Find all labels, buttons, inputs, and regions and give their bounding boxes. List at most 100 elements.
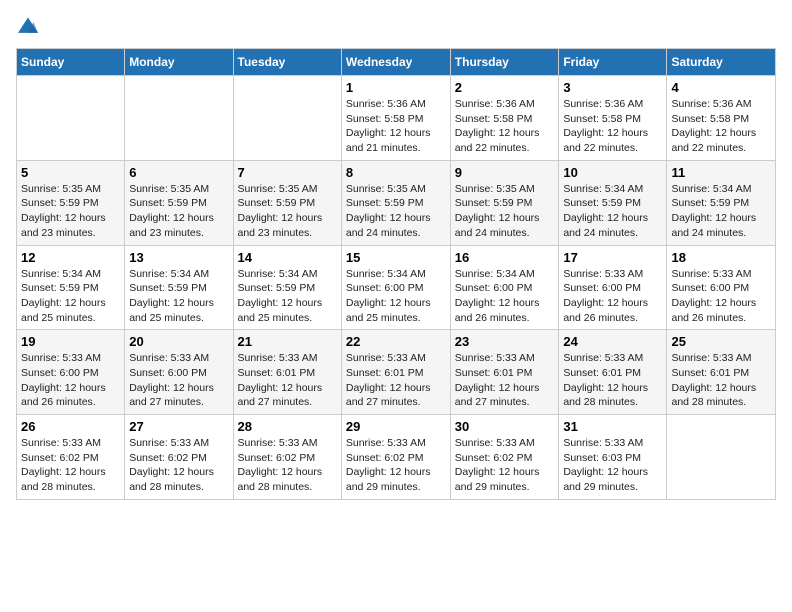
day-number: 15 — [346, 250, 446, 265]
day-info: Sunrise: 5:33 AM Sunset: 6:02 PM Dayligh… — [455, 436, 555, 495]
calendar-cell: 8Sunrise: 5:35 AM Sunset: 5:59 PM Daylig… — [341, 160, 450, 245]
day-number: 23 — [455, 334, 555, 349]
calendar-cell: 3 Sunrise: 5:36 AM Sunset: 5:58 PM Daylig… — [559, 76, 667, 161]
calendar-cell: 10Sunrise: 5:34 AM Sunset: 5:59 PM Dayli… — [559, 160, 667, 245]
day-info: Sunrise: 5:34 AM Sunset: 5:59 PM Dayligh… — [238, 267, 337, 326]
weekday-header: Thursday — [450, 49, 559, 76]
weekday-header: Friday — [559, 49, 667, 76]
day-number: 25 — [671, 334, 771, 349]
day-number: 1 — [346, 80, 446, 95]
day-info: Sunrise: 5:33 AM Sunset: 6:02 PM Dayligh… — [129, 436, 228, 495]
calendar-cell: 1 Sunrise: 5:36 AM Sunset: 5:58 PM Daylig… — [341, 76, 450, 161]
day-info: Sunrise: 5:34 AM Sunset: 5:59 PM Dayligh… — [129, 267, 228, 326]
day-info: Sunrise: 5:34 AM Sunset: 5:59 PM Dayligh… — [671, 182, 771, 241]
calendar-cell: 15 Sunrise: 5:34 AM Sunset: 6:00 PM Dayli… — [341, 245, 450, 330]
calendar-cell: 7 Sunrise: 5:35 AM Sunset: 5:59 PM Daylig… — [233, 160, 341, 245]
calendar-cell: 18Sunrise: 5:33 AM Sunset: 6:00 PM Dayli… — [667, 245, 776, 330]
day-info: Sunrise: 5:34 AM Sunset: 6:00 PM Dayligh… — [346, 267, 446, 326]
day-info: Sunrise: 5:33 AM Sunset: 6:00 PM Dayligh… — [21, 351, 120, 410]
calendar-cell: 11 Sunrise: 5:34 AM Sunset: 5:59 PM Dayli… — [667, 160, 776, 245]
day-number: 24 — [563, 334, 662, 349]
day-info: Sunrise: 5:33 AM Sunset: 6:03 PM Dayligh… — [563, 436, 662, 495]
day-info: Sunrise: 5:33 AM Sunset: 6:01 PM Dayligh… — [671, 351, 771, 410]
calendar-cell — [125, 76, 233, 161]
day-number: 18 — [671, 250, 771, 265]
calendar-cell — [233, 76, 341, 161]
calendar-week-row: 12 Sunrise: 5:34 AM Sunset: 5:59 PM Dayli… — [17, 245, 776, 330]
calendar-cell — [667, 415, 776, 500]
day-number: 3 — [563, 80, 662, 95]
calendar-cell: 12 Sunrise: 5:34 AM Sunset: 5:59 PM Dayli… — [17, 245, 125, 330]
calendar-cell: 6 Sunrise: 5:35 AM Sunset: 5:59 PM Daylig… — [125, 160, 233, 245]
day-info: Sunrise: 5:34 AM Sunset: 6:00 PM Dayligh… — [455, 267, 555, 326]
day-info: Sunrise: 5:33 AM Sunset: 6:02 PM Dayligh… — [21, 436, 120, 495]
calendar-cell: 19 Sunrise: 5:33 AM Sunset: 6:00 PM Dayli… — [17, 330, 125, 415]
day-number: 2 — [455, 80, 555, 95]
day-number: 10 — [563, 165, 662, 180]
calendar-cell: 29Sunrise: 5:33 AM Sunset: 6:02 PM Dayli… — [341, 415, 450, 500]
weekday-header: Sunday — [17, 49, 125, 76]
day-number: 22 — [346, 334, 446, 349]
calendar-table: SundayMondayTuesdayWednesdayThursdayFrid… — [16, 48, 776, 500]
day-number: 21 — [238, 334, 337, 349]
day-info: Sunrise: 5:35 AM Sunset: 5:59 PM Dayligh… — [346, 182, 446, 241]
day-info: Sunrise: 5:33 AM Sunset: 6:02 PM Dayligh… — [346, 436, 446, 495]
calendar-cell: 2 Sunrise: 5:36 AM Sunset: 5:58 PM Daylig… — [450, 76, 559, 161]
day-number: 17 — [563, 250, 662, 265]
day-info: Sunrise: 5:35 AM Sunset: 5:59 PM Dayligh… — [129, 182, 228, 241]
day-number: 13 — [129, 250, 228, 265]
calendar-cell: 21 Sunrise: 5:33 AM Sunset: 6:01 PM Dayli… — [233, 330, 341, 415]
calendar-cell: 9 Sunrise: 5:35 AM Sunset: 5:59 PM Daylig… — [450, 160, 559, 245]
day-number: 19 — [21, 334, 120, 349]
day-number: 6 — [129, 165, 228, 180]
calendar-cell: 17 Sunrise: 5:33 AM Sunset: 6:00 PM Dayli… — [559, 245, 667, 330]
day-info: Sunrise: 5:33 AM Sunset: 6:00 PM Dayligh… — [563, 267, 662, 326]
calendar-cell: 30 Sunrise: 5:33 AM Sunset: 6:02 PM Dayli… — [450, 415, 559, 500]
day-info: Sunrise: 5:35 AM Sunset: 5:59 PM Dayligh… — [21, 182, 120, 241]
calendar-cell: 25 Sunrise: 5:33 AM Sunset: 6:01 PM Dayli… — [667, 330, 776, 415]
day-info: Sunrise: 5:36 AM Sunset: 5:58 PM Dayligh… — [346, 97, 446, 156]
weekday-header: Monday — [125, 49, 233, 76]
weekday-header: Saturday — [667, 49, 776, 76]
day-info: Sunrise: 5:36 AM Sunset: 5:58 PM Dayligh… — [563, 97, 662, 156]
calendar-week-row: 19 Sunrise: 5:33 AM Sunset: 6:00 PM Dayli… — [17, 330, 776, 415]
day-info: Sunrise: 5:36 AM Sunset: 5:58 PM Dayligh… — [455, 97, 555, 156]
calendar-cell: 13 Sunrise: 5:34 AM Sunset: 5:59 PM Dayli… — [125, 245, 233, 330]
day-number: 30 — [455, 419, 555, 434]
day-info: Sunrise: 5:36 AM Sunset: 5:58 PM Dayligh… — [671, 97, 771, 156]
day-number: 28 — [238, 419, 337, 434]
day-info: Sunrise: 5:33 AM Sunset: 6:00 PM Dayligh… — [129, 351, 228, 410]
calendar-week-row: 5 Sunrise: 5:35 AM Sunset: 5:59 PM Daylig… — [17, 160, 776, 245]
day-number: 5 — [21, 165, 120, 180]
calendar-week-row: 26 Sunrise: 5:33 AM Sunset: 6:02 PM Dayli… — [17, 415, 776, 500]
day-info: Sunrise: 5:33 AM Sunset: 6:01 PM Dayligh… — [238, 351, 337, 410]
day-info: Sunrise: 5:34 AM Sunset: 5:59 PM Dayligh… — [21, 267, 120, 326]
calendar-cell — [17, 76, 125, 161]
day-info: Sunrise: 5:33 AM Sunset: 6:01 PM Dayligh… — [455, 351, 555, 410]
page-header — [16, 16, 776, 36]
calendar-cell: 16 Sunrise: 5:34 AM Sunset: 6:00 PM Dayli… — [450, 245, 559, 330]
calendar-cell: 4 Sunrise: 5:36 AM Sunset: 5:58 PM Daylig… — [667, 76, 776, 161]
day-info: Sunrise: 5:35 AM Sunset: 5:59 PM Dayligh… — [238, 182, 337, 241]
day-number: 12 — [21, 250, 120, 265]
day-info: Sunrise: 5:35 AM Sunset: 5:59 PM Dayligh… — [455, 182, 555, 241]
calendar-cell: 27 Sunrise: 5:33 AM Sunset: 6:02 PM Dayli… — [125, 415, 233, 500]
calendar-cell: 28 Sunrise: 5:33 AM Sunset: 6:02 PM Dayli… — [233, 415, 341, 500]
day-number: 27 — [129, 419, 228, 434]
calendar-cell: 23 Sunrise: 5:33 AM Sunset: 6:01 PM Dayli… — [450, 330, 559, 415]
day-info: Sunrise: 5:33 AM Sunset: 6:01 PM Dayligh… — [346, 351, 446, 410]
day-number: 11 — [671, 165, 771, 180]
calendar-week-row: 1 Sunrise: 5:36 AM Sunset: 5:58 PM Daylig… — [17, 76, 776, 161]
day-number: 16 — [455, 250, 555, 265]
calendar-cell: 26 Sunrise: 5:33 AM Sunset: 6:02 PM Dayli… — [17, 415, 125, 500]
calendar-header-row: SundayMondayTuesdayWednesdayThursdayFrid… — [17, 49, 776, 76]
calendar-cell: 22 Sunrise: 5:33 AM Sunset: 6:01 PM Dayli… — [341, 330, 450, 415]
day-number: 7 — [238, 165, 337, 180]
calendar-cell: 24 Sunrise: 5:33 AM Sunset: 6:01 PM Dayli… — [559, 330, 667, 415]
day-info: Sunrise: 5:33 AM Sunset: 6:01 PM Dayligh… — [563, 351, 662, 410]
day-info: Sunrise: 5:33 AM Sunset: 6:02 PM Dayligh… — [238, 436, 337, 495]
calendar-cell: 14Sunrise: 5:34 AM Sunset: 5:59 PM Dayli… — [233, 245, 341, 330]
day-number: 9 — [455, 165, 555, 180]
day-number: 4 — [671, 80, 771, 95]
day-number: 26 — [21, 419, 120, 434]
